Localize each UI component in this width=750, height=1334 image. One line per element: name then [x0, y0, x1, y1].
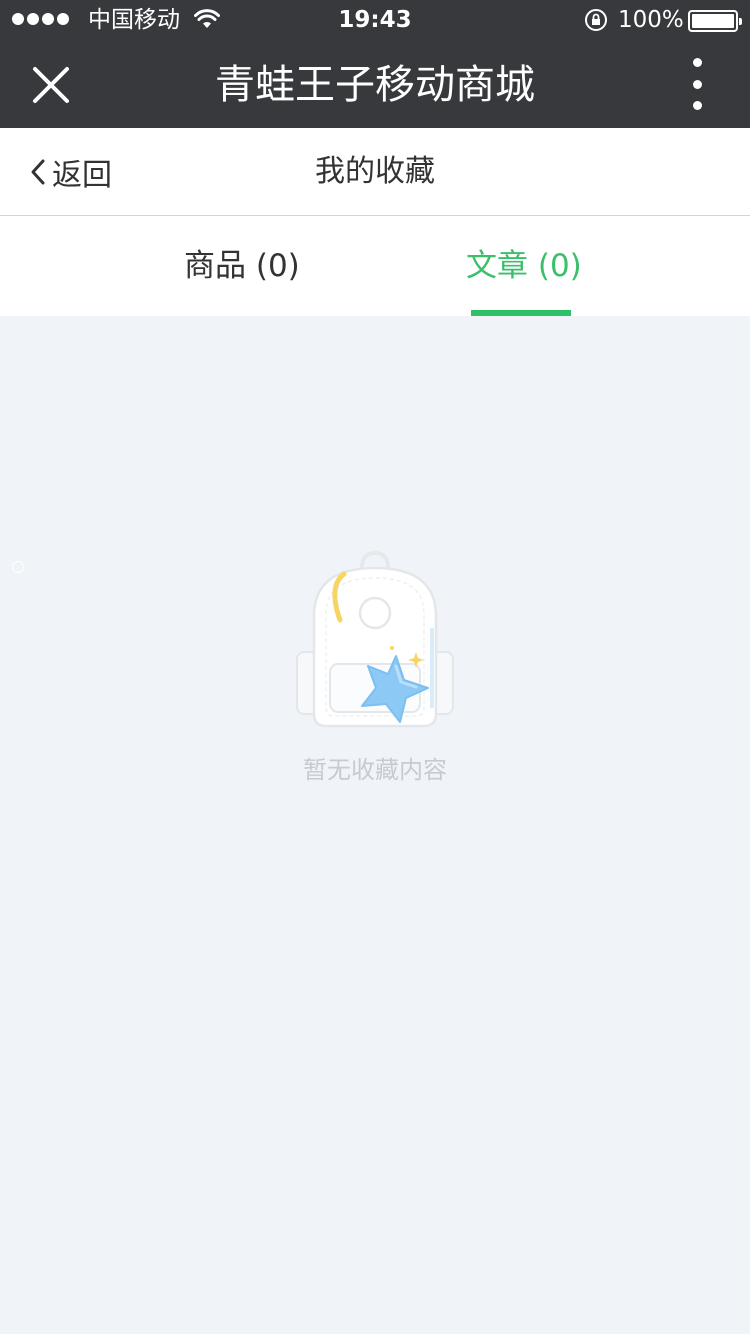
empty-state-text: 暂无收藏内容 [303, 756, 447, 784]
tab-bar: 商品 (0) 文章 (0) [0, 216, 750, 316]
battery-icon [688, 10, 742, 32]
empty-state: 暂无收藏内容 [0, 548, 750, 788]
status-bar: 中国移动 19:43 100% [0, 0, 750, 573]
active-tab-indicator [471, 310, 571, 316]
more-vertical-icon[interactable] [684, 58, 710, 110]
backpack-star-icon [296, 550, 454, 728]
rotation-lock-icon [585, 9, 607, 31]
nav-title: 青蛙王子移动商城 [215, 62, 535, 108]
page-header: 返回 我的收藏 [0, 128, 750, 216]
top-nav: 青蛙王子移动商城 [0, 40, 750, 128]
tab-goods[interactable]: 商品 (0) [184, 246, 300, 286]
page-title: 我的收藏 [315, 154, 435, 189]
tab-articles[interactable]: 文章 (0) [466, 246, 582, 286]
battery-percentage: 100% [618, 7, 684, 33]
